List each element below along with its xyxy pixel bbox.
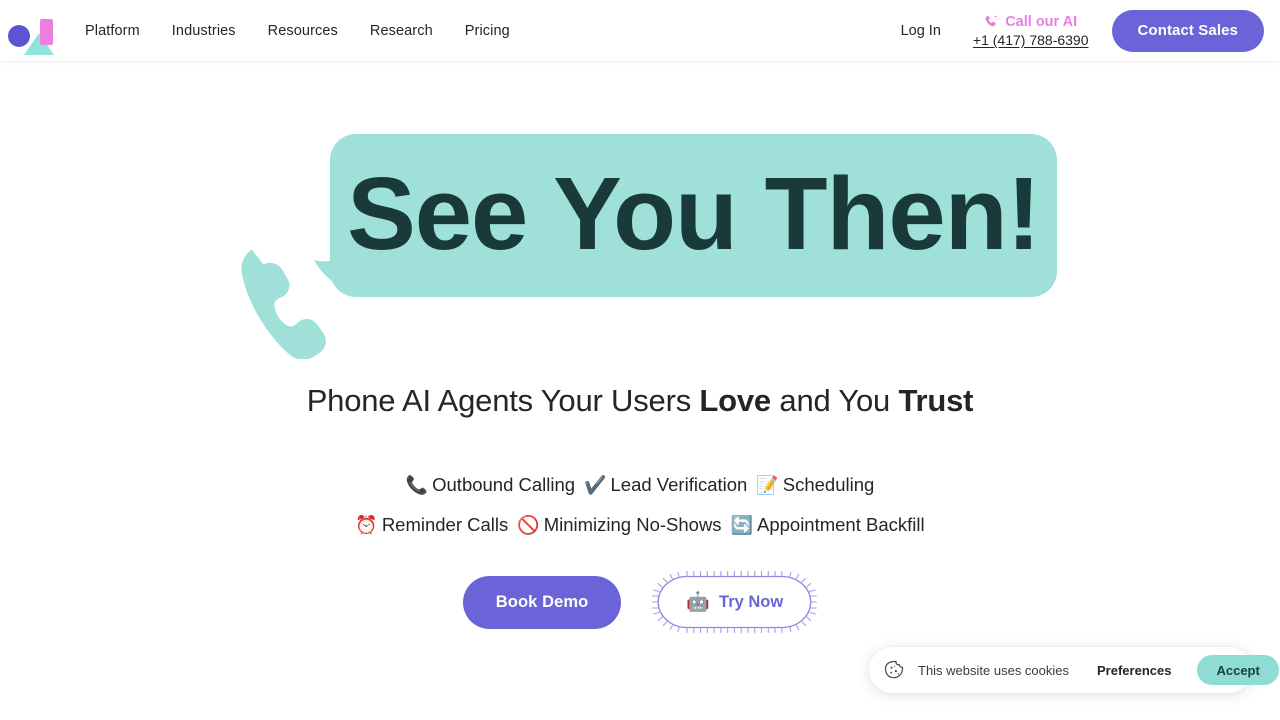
- nav-item-resources[interactable]: Resources: [268, 23, 338, 39]
- hero-cta-row: Book Demo 🤖 Try Now: [0, 571, 1280, 633]
- counterclockwise-arrows-icon: 🔄: [730, 515, 753, 535]
- logo-rectangle-icon: [40, 18, 53, 45]
- hero-feature-list: 📞 Outbound Calling ✔️ Lead Verification 📝 Sch…: [0, 465, 1280, 545]
- cookie-banner-text: This website uses cookies: [918, 662, 1070, 678]
- nav-item-industries[interactable]: Industries: [172, 23, 236, 39]
- subheadline-part-1: Phone AI Agents Your Users: [306, 383, 700, 418]
- feature-label: Appointment Backfill: [756, 514, 925, 535]
- feature-reminder-calls: ⏰ Reminder Calls: [355, 514, 508, 535]
- nav-item-platform[interactable]: Platform: [85, 23, 140, 39]
- try-now-label: Try Now: [719, 592, 784, 611]
- subheadline-bold-love: Love: [699, 383, 771, 418]
- feature-label: Reminder Calls: [381, 514, 509, 535]
- header-actions: Log In Call our AI +1 (417) 788-6390 Con…: [901, 9, 1280, 52]
- brand-logo[interactable]: [4, 11, 60, 55]
- feature-minimizing-no-shows: 🚫 Minimizing No-Shows: [517, 514, 721, 535]
- alarm-clock-icon: ⏰: [355, 515, 378, 535]
- nav-item-research[interactable]: Research: [370, 23, 433, 39]
- contact-sales-button[interactable]: Contact Sales: [1111, 9, 1264, 52]
- hero-speech-bubble: See You Then!: [330, 134, 1057, 297]
- try-now-button[interactable]: 🤖 Try Now: [652, 571, 818, 633]
- call-our-ai-label: Call our AI: [1005, 13, 1078, 30]
- check-mark-icon: ✔️: [584, 475, 607, 495]
- feature-line-1: 📞 Outbound Calling ✔️ Lead Verification 📝 Sch…: [0, 465, 1280, 505]
- subheadline-bold-trust: Trust: [898, 383, 974, 418]
- feature-label: Scheduling: [782, 474, 875, 495]
- phone-sparkle-icon: [984, 14, 1000, 30]
- call-our-ai-phone-number[interactable]: +1 (417) 788-6390: [973, 33, 1089, 47]
- feature-scheduling: 📝 Scheduling: [756, 474, 874, 495]
- feature-label: Minimizing No-Shows: [543, 514, 722, 535]
- robot-icon: 🤖: [686, 591, 711, 613]
- cookie-preferences-button[interactable]: Preferences: [1097, 663, 1171, 678]
- feature-appointment-backfill: 🔄 Appointment Backfill: [731, 514, 925, 535]
- feature-lead-verification: ✔️ Lead Verification: [584, 474, 747, 495]
- book-demo-button[interactable]: Book Demo: [462, 575, 622, 629]
- cookie-accept-button[interactable]: Accept: [1197, 655, 1279, 685]
- cookie-consent-banner: This website uses cookies Preferences Ac…: [869, 647, 1279, 693]
- hero-subheadline: Phone AI Agents Your Users Love and You …: [0, 383, 1280, 419]
- feature-outbound-calling: 📞 Outbound Calling: [406, 474, 575, 495]
- telephone-receiver-icon: 📞: [405, 475, 429, 495]
- feature-label: Lead Verification: [610, 474, 748, 495]
- nav-item-pricing[interactable]: Pricing: [465, 23, 510, 39]
- feature-line-2: ⏰ Reminder Calls 🚫 Minimizing No-Shows 🔄 Appo…: [0, 505, 1280, 545]
- site-header: Platform Industries Resources Research P…: [0, 0, 1280, 61]
- login-link[interactable]: Log In: [901, 23, 941, 39]
- hero-section: See You Then! Phone AI Agents Your Users…: [0, 61, 1280, 720]
- call-our-ai-heading: Call our AI: [984, 14, 1077, 30]
- prohibited-icon: 🚫: [517, 515, 540, 535]
- hero-speech-bubble-group: See You Then!: [222, 134, 1057, 404]
- subheadline-part-2: and You: [770, 383, 899, 418]
- primary-navigation: Platform Industries Resources Research P…: [85, 23, 510, 39]
- cookie-icon: [883, 659, 906, 682]
- feature-label: Outbound Calling: [432, 474, 576, 495]
- hero-headline: See You Then!: [347, 156, 1041, 271]
- call-our-ai-block[interactable]: Call our AI +1 (417) 788-6390: [973, 14, 1089, 47]
- memo-icon: 📝: [756, 475, 779, 495]
